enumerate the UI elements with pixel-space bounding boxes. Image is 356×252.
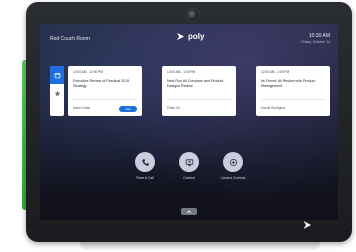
place-call-label: Place A Call [136, 176, 154, 180]
meeting-card[interactable]: 10:00 AM - 12:00 PM Executive Review of … [68, 66, 142, 116]
chevron-up-icon [186, 209, 192, 213]
poly-bezel-logo-icon [303, 221, 311, 229]
meeting-organizer: Isabel Gaba [73, 106, 91, 110]
tab-favorites[interactable] [50, 84, 64, 102]
content-button[interactable] [179, 152, 199, 172]
brand-name: poly [188, 32, 205, 41]
calendar-icon [54, 72, 60, 78]
poly-logo-icon [176, 32, 185, 41]
camera-controls-button[interactable] [223, 152, 243, 172]
camera-controls-action[interactable]: Camera Controls [219, 152, 247, 180]
clock-date: Friday, October 14 [301, 40, 330, 44]
place-call-action[interactable]: Place A Call [131, 152, 159, 180]
touch-screen: Red Couch Room poly 10:30 AM Friday, Oct… [40, 24, 338, 220]
clock: 10:30 AM Friday, October 14 [301, 33, 330, 44]
meeting-card[interactable]: 12:00 AM - 1:00 PM Next Run All Concepts… [162, 66, 236, 116]
action-buttons: Place A Call Content Camera Controls [40, 152, 338, 180]
meeting-cards: 10:00 AM - 12:00 PM Executive Review of … [68, 66, 330, 116]
add-contacts-icon [229, 158, 237, 166]
meeting-title: Its Friend: All Review with Product Mana… [261, 79, 316, 88]
poly-touch-controller: Red Couch Room poly 10:30 AM Friday, Oct… [26, 2, 352, 242]
meeting-organizer: Haruki Rodriguez [261, 106, 286, 110]
camera-lens-icon [186, 8, 200, 22]
clock-time: 10:30 AM [308, 33, 330, 39]
dock-handle[interactable] [181, 208, 197, 215]
content-label: Content [183, 176, 195, 180]
star-icon [54, 90, 60, 96]
sidebar-tabs [50, 66, 64, 116]
meeting-title: Executive Review of Practical 2015 Strat… [73, 79, 130, 88]
card-divider [261, 99, 325, 100]
card-divider [167, 99, 231, 100]
meeting-time: 12:00 AM - 1:00 PM [167, 70, 196, 74]
meeting-time: 12:00 AM - 1:00 PM [261, 70, 290, 74]
camera-controls-label: Camera Controls [220, 176, 246, 180]
room-name: Red Couch Room [50, 36, 90, 42]
place-call-button[interactable] [135, 152, 155, 172]
tab-calendar[interactable] [50, 66, 64, 84]
meeting-title: Next Run All Concepts and Product Design… [167, 79, 224, 88]
join-button[interactable]: Join [119, 106, 137, 112]
phone-icon [141, 158, 149, 166]
content-action[interactable]: Content [175, 152, 203, 180]
scene: Red Couch Room poly 10:30 AM Friday, Oct… [0, 0, 356, 252]
meeting-card[interactable]: 12:00 AM - 1:00 PM Its Friend: All Revie… [256, 66, 330, 116]
screen-share-icon [185, 158, 193, 166]
brand-logo: poly [176, 32, 204, 41]
meeting-organizer: Pablo Ou [167, 106, 181, 110]
card-divider [73, 99, 137, 100]
meeting-time: 10:00 AM - 12:00 PM [73, 70, 103, 74]
